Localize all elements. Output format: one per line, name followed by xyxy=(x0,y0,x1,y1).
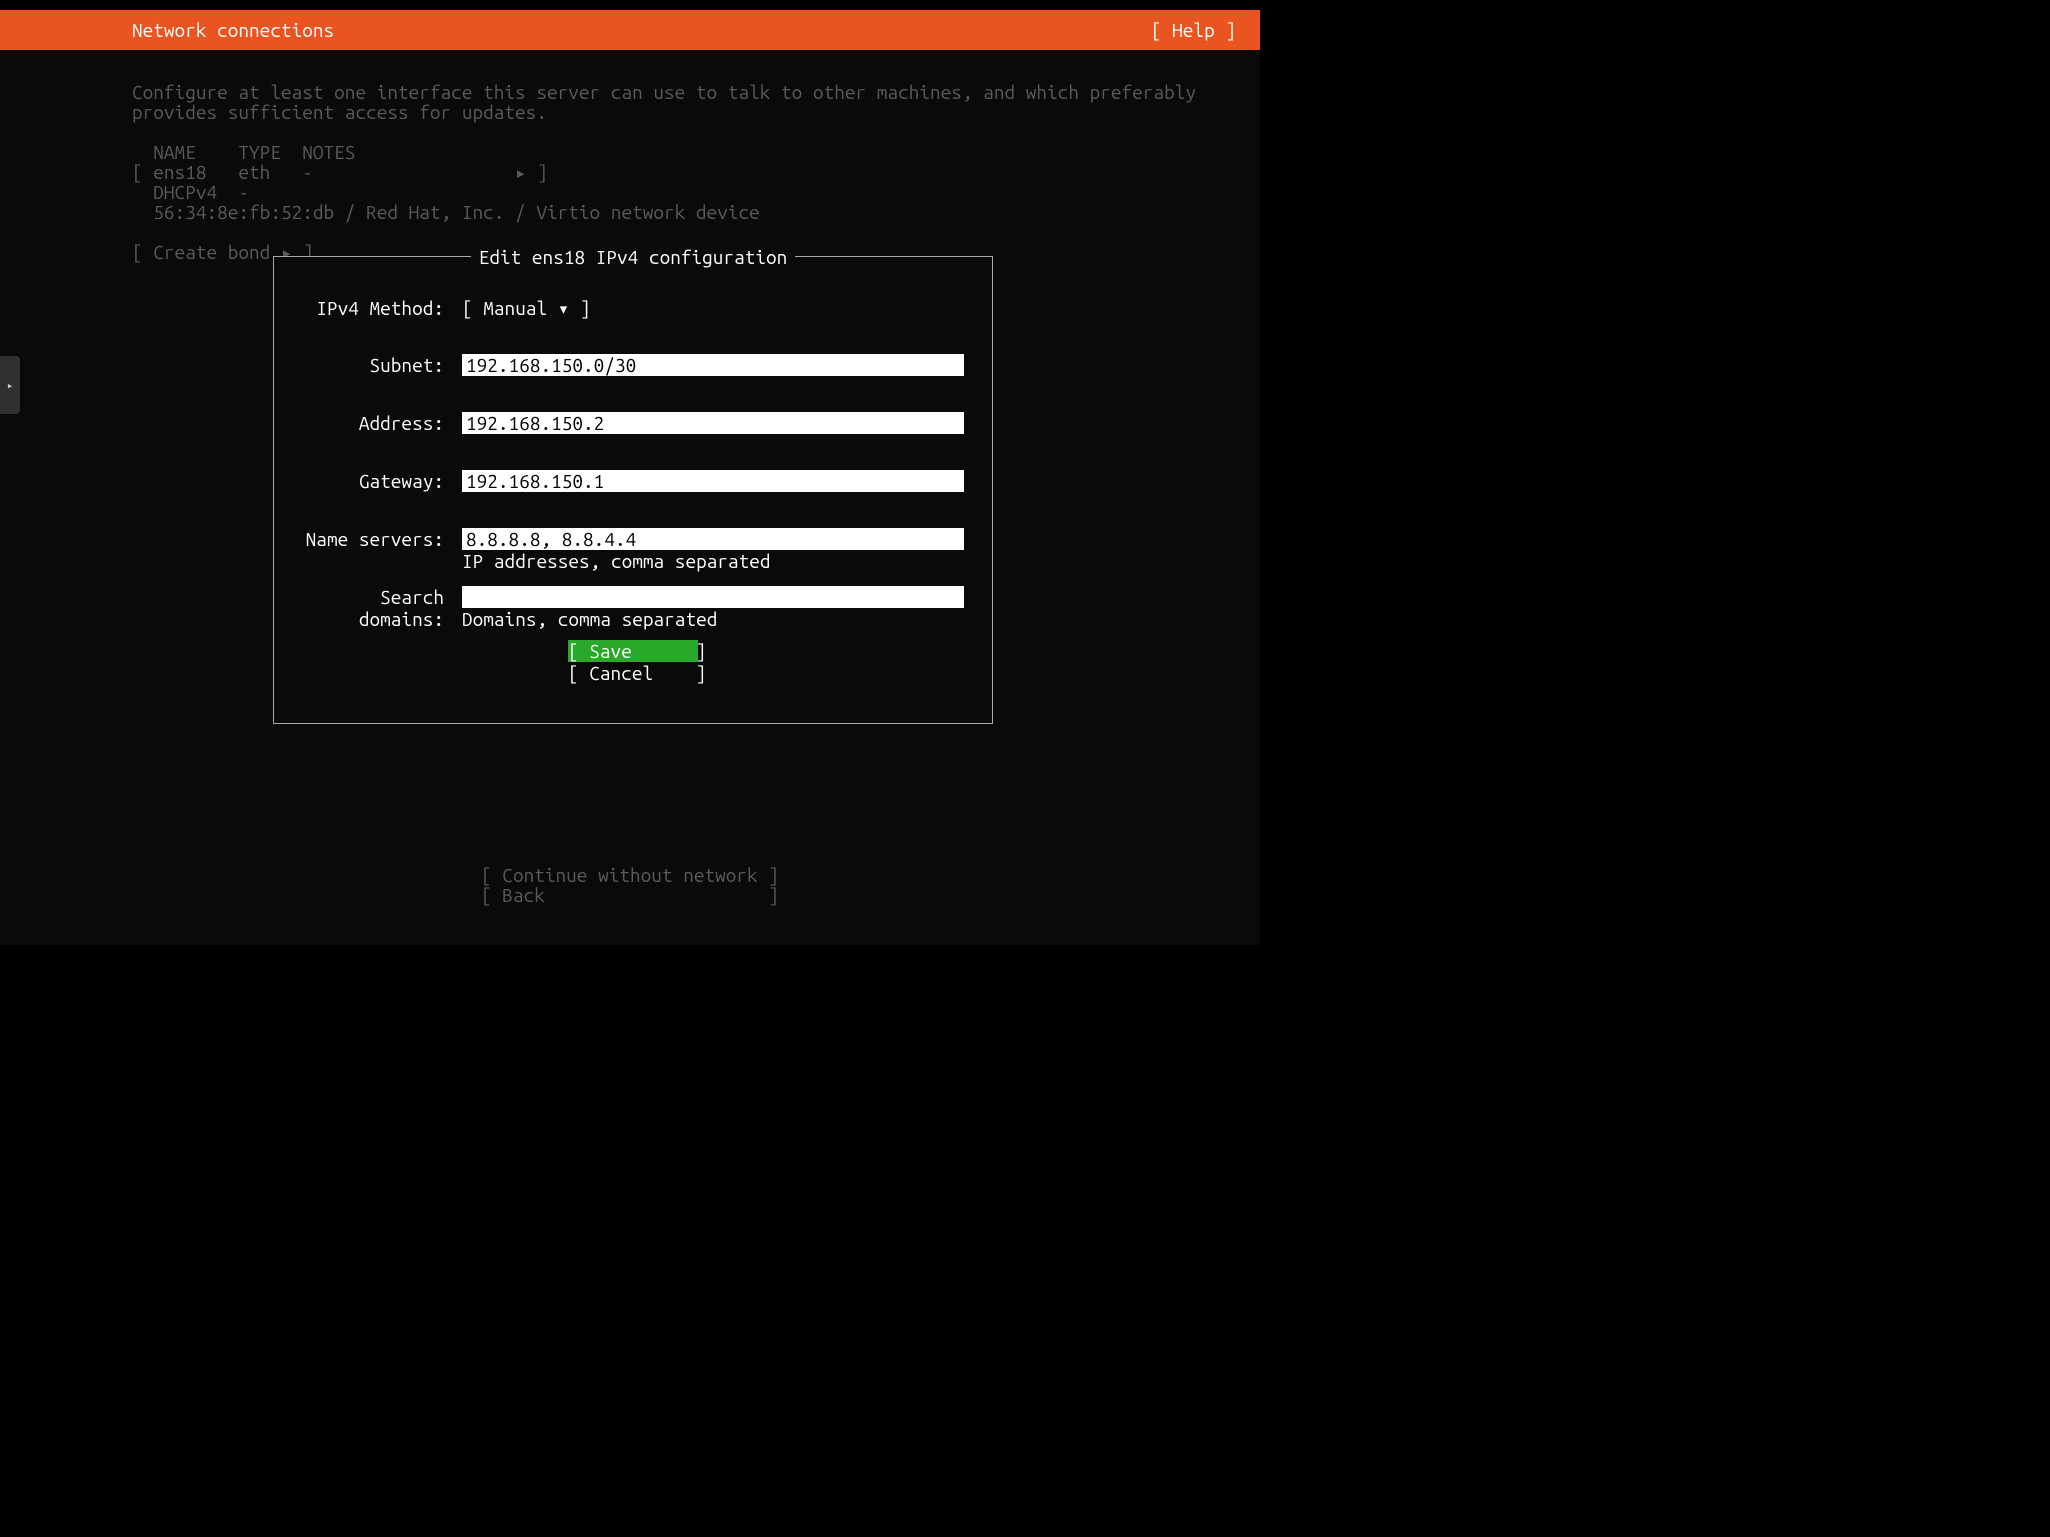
iface-header: NAME TYPE NOTES xyxy=(132,141,355,163)
page-title: Network connections xyxy=(132,19,334,41)
iface-row-ens18[interactable]: [ ens18 eth - ▸ ] xyxy=(132,161,548,183)
dialog-title: Edit ens18 IPv4 configuration xyxy=(274,246,992,268)
help-button[interactable]: [ Help ] xyxy=(1151,19,1236,41)
installer-screen: Network connections [ Help ] Configure a… xyxy=(0,0,1260,945)
search-hint: Domains, comma separated xyxy=(462,608,964,630)
dns-input[interactable] xyxy=(462,528,964,550)
search-row: Search domains: Domains, comma separated xyxy=(302,586,964,630)
dns-label: Name servers: xyxy=(302,528,462,550)
ipv4-method-dropdown[interactable]: [ Manual ▾ ] xyxy=(462,297,590,319)
search-label: Search domains: xyxy=(302,586,462,630)
back-button[interactable]: [ Back ] xyxy=(481,884,779,906)
subnet-row: Subnet: xyxy=(302,354,964,376)
address-input[interactable] xyxy=(462,412,964,434)
footer-buttons: [ Continue without network ] [ Back ] xyxy=(0,845,1260,925)
topbar: Network connections [ Help ] xyxy=(0,10,1260,50)
topbar-spacer xyxy=(0,0,1260,10)
subnet-label: Subnet: xyxy=(302,354,462,376)
cancel-button[interactable]: [ Cancel ] xyxy=(568,662,698,684)
dialog-buttons: [ Save ] [ Cancel ] xyxy=(302,640,964,684)
page-description: Configure at least one interface this se… xyxy=(132,81,1196,123)
iface-mac-line: 56:34:8e:fb:52:db / Red Hat, Inc. / Virt… xyxy=(132,201,760,223)
side-drawer-toggle[interactable]: ▸ xyxy=(0,356,20,414)
dns-row: Name servers: IP addresses, comma separa… xyxy=(302,528,964,572)
method-label: IPv4 Method: xyxy=(302,297,462,319)
method-row: IPv4 Method: [ Manual ▾ ] xyxy=(302,297,964,320)
continue-without-network-button[interactable]: [ Continue without network ] xyxy=(481,864,779,886)
iface-dhcp-line: DHCPv4 - xyxy=(132,181,249,203)
gateway-input[interactable] xyxy=(462,470,964,492)
chevron-right-icon: ▸ xyxy=(7,379,14,392)
subnet-input[interactable] xyxy=(462,354,964,376)
dns-hint: IP addresses, comma separated xyxy=(462,550,964,572)
gateway-label: Gateway: xyxy=(302,470,462,492)
address-label: Address: xyxy=(302,412,462,434)
address-row: Address: xyxy=(302,412,964,434)
ipv4-config-dialog: Edit ens18 IPv4 configuration IPv4 Metho… xyxy=(274,257,992,723)
search-input[interactable] xyxy=(462,586,964,608)
gateway-row: Gateway: xyxy=(302,470,964,492)
save-button[interactable]: [ Save ] xyxy=(568,640,698,662)
